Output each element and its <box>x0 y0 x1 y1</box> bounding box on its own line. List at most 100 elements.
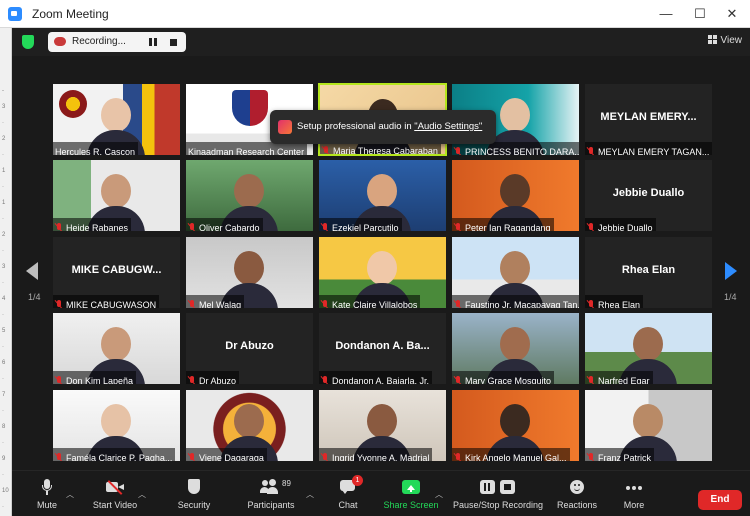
participant-tile[interactable]: Kate Claire Villalobos <box>318 236 447 309</box>
participant-avatar <box>367 404 397 438</box>
audio-settings-toast[interactable]: Setup professional audio in "Audio Setti… <box>270 110 496 144</box>
encryption-shield-icon[interactable] <box>22 35 34 49</box>
window-title: Zoom Meeting <box>32 7 109 21</box>
security-button[interactable]: Security <box>159 479 229 510</box>
ruler-tick: 2 <box>2 232 6 238</box>
participant-tile[interactable]: Mel Walag <box>185 236 314 309</box>
participant-name: Ingrid Yvonne A. Madrial <box>332 453 430 461</box>
participant-tile[interactable]: Narfred Egar <box>584 312 713 385</box>
participant-tile[interactable]: Faustino Jr. Macapayag Tan... <box>451 236 580 309</box>
participant-nameplate: Jebbie Duallo <box>585 218 656 231</box>
participant-tile[interactable]: Dr Abuzo Dr Abuzo <box>185 312 314 385</box>
participant-nameplate: Narfred Egar <box>585 371 653 384</box>
mic-muted-icon <box>587 453 595 461</box>
mic-muted-icon <box>587 300 595 308</box>
participant-nameplate: Rhea Elan <box>585 295 644 308</box>
participant-avatar <box>101 404 131 438</box>
participant-nameplate: Ingrid Yvonne A. Madrial <box>319 448 433 461</box>
ruler-tick: · <box>2 440 4 446</box>
zoom-logo-icon <box>8 7 22 21</box>
ruler-tick: 5 <box>2 328 6 334</box>
participant-name: Mel Walag <box>199 300 242 308</box>
participant-display-name: MEYLAN EMERY... <box>600 111 697 123</box>
ruler-tick: 9 <box>2 456 6 462</box>
zoom-window: Zoom Meeting — ☐ ✕ - 3 · 2 · 1 · 1 · 2 · 3 · 4 · 5 · 6 · 7 ·… <box>0 0 750 516</box>
participant-name: Dondanon A. Bajarla, Jr. <box>332 376 430 384</box>
participant-name: Kinaadman Research Center <box>188 147 305 155</box>
participant-nameplate: Peter Ian Ragandang <box>452 218 554 231</box>
participant-tile[interactable]: Mary Grace Mosquito <box>451 312 580 385</box>
pause-recording-icon[interactable] <box>148 37 158 47</box>
share-options-caret[interactable]: ︿ <box>435 489 443 500</box>
stop-recording-icon[interactable] <box>170 39 177 46</box>
participant-tile[interactable]: Dondanon A. Ba... Dondanon A. Bajarla, Jr… <box>318 312 447 385</box>
participant-display-name: Dr Abuzo <box>225 340 274 352</box>
end-meeting-button[interactable]: End <box>698 490 742 510</box>
participant-avatar <box>234 251 264 285</box>
close-button[interactable]: ✕ <box>718 4 746 24</box>
mic-muted-icon <box>454 453 462 461</box>
more-button[interactable]: More <box>599 479 669 510</box>
ruler-tick: · <box>2 312 4 318</box>
participant-avatar <box>500 98 530 132</box>
reactions-smiley-icon <box>568 479 586 495</box>
participant-nameplate: Faméla Clarice P. Pagha... <box>53 448 176 461</box>
mic-muted-icon <box>587 376 595 384</box>
microphone-icon <box>38 479 56 495</box>
meeting-top-bar: Recording... View <box>12 28 750 56</box>
participant-avatar <box>367 251 397 285</box>
ruler-tick: 8 <box>2 424 6 430</box>
participant-name: Hercules R. Cascon <box>55 147 136 155</box>
participant-name: Heide Rabanes <box>66 223 129 231</box>
participant-tile[interactable]: MEYLAN EMERY... MEYLAN EMERY TAGAN... <box>584 83 713 156</box>
minimize-button[interactable]: — <box>652 4 680 24</box>
previous-page-arrow-icon[interactable] <box>26 262 38 280</box>
participant-tile[interactable]: Ezekiel Parcutilo <box>318 159 447 232</box>
mic-muted-icon <box>188 376 196 384</box>
audio-options-caret[interactable]: ︿ <box>66 489 74 500</box>
participants-button[interactable]: 89 Participants <box>236 479 306 510</box>
more-dots-icon <box>625 479 643 495</box>
recording-indicator: Recording... <box>48 32 186 52</box>
participant-tile[interactable]: Hercules R. Cascon <box>52 83 181 156</box>
participant-nameplate: Mel Walag <box>186 295 245 308</box>
pause-stop-recording-button[interactable]: Pause/Stop Recording <box>448 479 548 510</box>
participant-display-name: Dondanon A. Ba... <box>335 340 430 352</box>
participant-tile[interactable]: MIKE CABUGW... MIKE CABUGWASON <box>52 236 181 309</box>
participant-tile[interactable]: Kirk Angelo Manuel Gal... <box>451 389 580 462</box>
participant-name: PRINCESS BENITO DARA... <box>465 147 580 155</box>
audio-settings-link[interactable]: "Audio Settings" <box>414 121 482 132</box>
participant-tile[interactable]: Heide Rabanes <box>52 159 181 232</box>
mic-muted-icon <box>321 223 329 231</box>
university-crest-icon <box>232 90 268 126</box>
participant-tile[interactable]: Ingrid Yvonne A. Madrial <box>318 389 447 462</box>
participant-tile[interactable]: Jebbie Duallo Jebbie Duallo <box>584 159 713 232</box>
ruler-tick: · <box>2 216 4 222</box>
mic-muted-icon <box>188 300 196 308</box>
participant-tile[interactable]: Peter Ian Ragandang <box>451 159 580 232</box>
view-label: View <box>720 35 743 46</box>
chat-bubble-icon: 1 <box>339 475 363 495</box>
start-video-label: Start Video <box>92 500 138 510</box>
participant-tile[interactable]: Viene Dagaraga <box>185 389 314 462</box>
participant-tile[interactable]: Oliver Cabardo <box>185 159 314 232</box>
video-options-caret[interactable]: ︿ <box>138 489 146 500</box>
next-page-arrow-icon[interactable] <box>725 262 737 280</box>
mic-muted-icon <box>55 223 63 231</box>
participant-nameplate: Don Kim Lapeña <box>53 371 137 384</box>
maximize-button[interactable]: ☐ <box>686 4 714 24</box>
participant-tile[interactable]: Faméla Clarice P. Pagha... <box>52 389 181 462</box>
participant-tile[interactable]: Don Kim Lapeña <box>52 312 181 385</box>
participant-nameplate: Hercules R. Cascon <box>53 142 139 155</box>
participant-name: Peter Ian Ragandang <box>465 223 551 231</box>
mic-muted-icon <box>188 223 196 231</box>
view-button[interactable]: View <box>707 35 743 46</box>
participant-tile[interactable]: Franz Patrick <box>584 389 713 462</box>
participant-avatar <box>633 327 663 361</box>
chat-button[interactable]: 1 Chat <box>313 475 383 510</box>
share-screen-label: Share Screen <box>383 500 439 510</box>
ruler-tick: · <box>2 504 4 510</box>
participant-name: Dr Abuzo <box>199 376 237 384</box>
pause-stop-icon <box>480 479 516 495</box>
participant-tile[interactable]: Rhea Elan Rhea Elan <box>584 236 713 309</box>
